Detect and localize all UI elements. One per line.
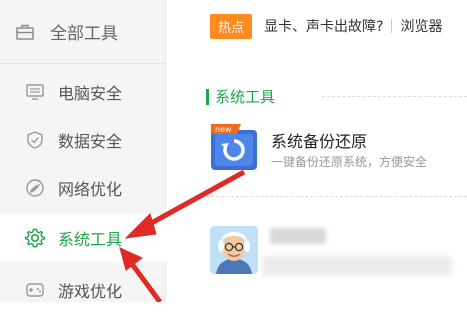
sidebar-item-computer-security[interactable]: 电脑安全 [0,68,166,116]
sidebar: 全部工具 电脑安全 数据安全 网络优化 系统工具 游戏优化 [0,0,166,302]
tool-description: 一键备份还原系统，方便安全 [271,155,428,169]
sidebar-item-network-optimize[interactable]: 网络优化 [0,164,166,212]
backup-restore-icon[interactable]: new [211,124,257,170]
sidebar-item-label: 电脑安全 [58,84,123,103]
notice-link[interactable]: 显卡、声卡出故障? [264,16,383,36]
sidebar-item-game-optimize[interactable]: 游戏优化 [0,266,166,314]
section-accent-bar [206,88,209,105]
section-divider [322,96,467,97]
notice-bar: 热点 显卡、声卡出故障? 浏览器 [166,0,467,52]
tool-title[interactable]: 系统备份还原 [271,128,367,152]
gear-icon [24,227,46,249]
network-icon [24,177,46,199]
new-badge: new [215,125,232,134]
shield-check-icon [24,129,46,151]
section-title-label: 系统工具 [215,88,276,106]
gamepad-icon [24,279,46,301]
monitor-icon [24,81,46,103]
sidebar-item-label: 数据安全 [58,132,123,151]
avatar[interactable] [210,226,258,274]
section-title: 系统工具 [206,86,275,107]
sidebar-item-label: 系统工具 [58,230,123,249]
notice-link-2[interactable]: 浏览器 [400,16,442,36]
list-divider [206,196,467,197]
blurred-title [270,228,326,244]
notice-divider [391,19,393,33]
sidebar-header-label: 全部工具 [50,24,118,44]
sidebar-item-data-security[interactable]: 数据安全 [0,116,166,164]
hot-badge: 热点 [210,13,253,39]
toolbox-icon [14,21,36,43]
blurred-description [262,256,452,276]
sidebar-item-label: 网络优化 [58,180,123,199]
sidebar-item-system-tools[interactable]: 系统工具 [0,214,166,262]
sidebar-header[interactable]: 全部工具 [0,0,166,64]
sidebar-item-label: 游戏优化 [58,282,123,301]
